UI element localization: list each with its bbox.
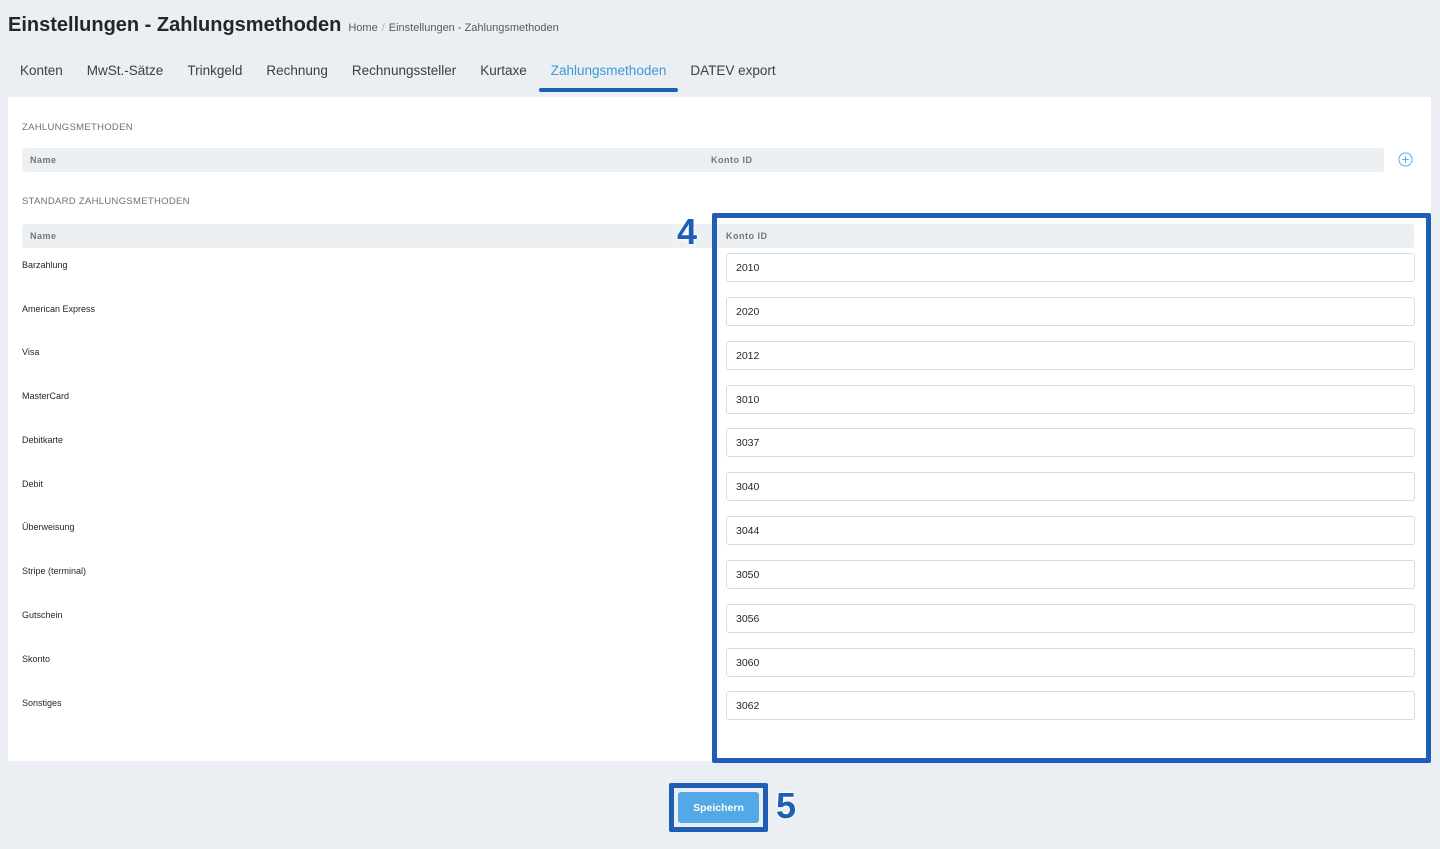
konto-id-input-stripe-terminal[interactable] bbox=[726, 560, 1415, 589]
konto-id-input-american-express[interactable] bbox=[726, 297, 1415, 326]
konto-id-input-visa[interactable] bbox=[726, 341, 1415, 370]
col-name-header: Name bbox=[30, 155, 57, 165]
payment-method-name: Visa bbox=[22, 347, 40, 357]
payment-method-name: Barzahlung bbox=[22, 260, 68, 270]
tab-mwst-saetze[interactable]: MwSt.-Sätze bbox=[75, 62, 176, 92]
standard-section-title: STANDARD ZAHLUNGSMETHODEN bbox=[22, 196, 190, 207]
save-button[interactable]: Speichern bbox=[678, 792, 759, 823]
konto-id-input-sonstiges[interactable] bbox=[726, 691, 1415, 720]
payment-method-name: Debit bbox=[22, 479, 44, 489]
col-name-header: Name bbox=[30, 231, 57, 241]
payment-method-name: Gutschein bbox=[22, 610, 63, 620]
payment-method-name: Stripe (terminal) bbox=[22, 566, 87, 576]
breadcrumb-home[interactable]: Home bbox=[348, 22, 377, 34]
breadcrumb: Home / Einstellungen - Zahlungsmethoden bbox=[348, 22, 559, 34]
payment-method-name: Sonstiges bbox=[22, 698, 62, 708]
breadcrumb-current: Einstellungen - Zahlungsmethoden bbox=[388, 22, 559, 34]
konto-id-input-ueberweisung[interactable] bbox=[726, 516, 1415, 545]
konto-id-input-gutschein[interactable] bbox=[726, 604, 1415, 633]
konto-id-input-mastercard[interactable] bbox=[726, 385, 1415, 414]
payment-method-name: Debitkarte bbox=[22, 435, 64, 445]
payment-method-name: Überweisung bbox=[22, 522, 75, 532]
tab-zahlungsmethoden[interactable]: Zahlungsmethoden bbox=[538, 62, 679, 92]
tab-rechnung[interactable]: Rechnung bbox=[254, 62, 340, 92]
tab-datev-export[interactable]: DATEV export bbox=[678, 62, 787, 92]
col-konto-header: Konto ID bbox=[711, 155, 753, 165]
payment-method-name: American Express bbox=[22, 304, 96, 314]
annotation-number-4: 4 bbox=[677, 211, 698, 252]
konto-id-input-barzahlung[interactable] bbox=[726, 253, 1415, 282]
annotation-number-5: 5 bbox=[776, 785, 797, 826]
plus-circle-icon[interactable] bbox=[1398, 152, 1413, 167]
payment-method-name: MasterCard bbox=[22, 391, 70, 401]
standard-table-header: Name Konto ID bbox=[22, 224, 1414, 248]
custom-table-header: Name Konto ID bbox=[22, 148, 1384, 172]
page-title: Einstellungen - Zahlungsmethoden bbox=[8, 14, 342, 36]
payment-method-name: Skonto bbox=[22, 654, 51, 664]
col-konto-header: Konto ID bbox=[726, 231, 768, 241]
tab-konten[interactable]: Konten bbox=[8, 62, 75, 92]
konto-id-input-debitkarte[interactable] bbox=[726, 428, 1415, 457]
custom-section-title: ZAHLUNGSMETHODEN bbox=[22, 122, 133, 133]
konto-id-input-skonto[interactable] bbox=[726, 648, 1415, 677]
tab-kurtaxe[interactable]: Kurtaxe bbox=[468, 62, 539, 92]
page-header: Einstellungen - Zahlungsmethoden Home / Ei… bbox=[8, 14, 559, 37]
settings-tabs: Konten MwSt.-Sätze Trinkgeld Rechnung Re… bbox=[8, 62, 788, 92]
settings-card: ZAHLUNGSMETHODEN Name Konto ID STANDARD … bbox=[8, 97, 1431, 761]
tab-rechnungssteller[interactable]: Rechnungssteller bbox=[340, 62, 468, 92]
konto-id-input-debit[interactable] bbox=[726, 472, 1415, 501]
tab-trinkgeld[interactable]: Trinkgeld bbox=[175, 62, 254, 92]
